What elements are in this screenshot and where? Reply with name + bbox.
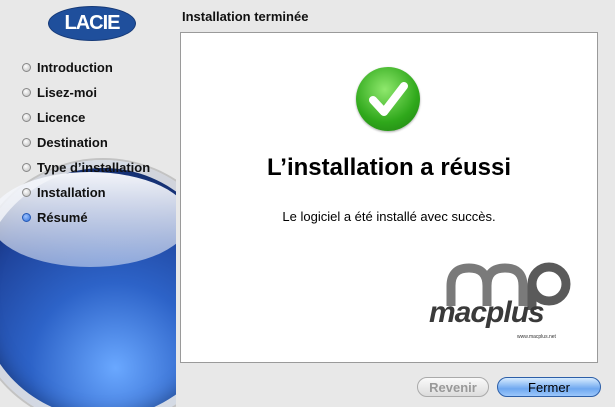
content-panel: L’installation a réussi Le logiciel a ét… bbox=[180, 32, 598, 363]
step-destination: Destination bbox=[22, 130, 150, 155]
step-label: Installation bbox=[37, 185, 106, 200]
step-resume: Résumé bbox=[22, 205, 150, 230]
step-bullet-active-icon bbox=[22, 213, 31, 222]
step-label: Type d’installation bbox=[37, 160, 151, 175]
checkmark-circle-icon bbox=[356, 67, 420, 131]
macplus-url: www.macplus.net bbox=[517, 334, 556, 340]
success-message: Le logiciel a été installé avec succès. bbox=[282, 209, 496, 224]
page-title: Installation terminée bbox=[182, 9, 309, 24]
step-label: Résumé bbox=[37, 210, 88, 225]
step-label: Licence bbox=[37, 110, 86, 125]
lacie-logo: LACIE bbox=[48, 6, 136, 41]
step-label: Destination bbox=[37, 135, 108, 150]
back-button[interactable]: Revenir bbox=[417, 377, 489, 397]
sidebar: LACIE Introduction Lisez-moi Licence Des… bbox=[0, 0, 176, 407]
installer-steps: Introduction Lisez-moi Licence Destinati… bbox=[22, 55, 150, 230]
step-installation: Installation bbox=[22, 180, 150, 205]
step-bullet-icon bbox=[22, 63, 31, 72]
step-bullet-icon bbox=[22, 113, 31, 122]
close-button[interactable]: Fermer bbox=[497, 377, 601, 397]
macplus-brand: macplus bbox=[429, 296, 545, 329]
step-bullet-icon bbox=[22, 138, 31, 147]
step-bullet-icon bbox=[22, 188, 31, 197]
success-heading: L’installation a réussi bbox=[266, 154, 512, 181]
step-bullet-icon bbox=[22, 88, 31, 97]
macplus-watermark: macplus www.macplus.net bbox=[421, 262, 591, 344]
step-label: Introduction bbox=[37, 60, 113, 75]
step-label: Lisez-moi bbox=[37, 85, 97, 100]
step-introduction: Introduction bbox=[22, 55, 150, 80]
step-lisez-moi: Lisez-moi bbox=[22, 80, 150, 105]
step-type-installation: Type d’installation bbox=[22, 155, 150, 180]
step-licence: Licence bbox=[22, 105, 150, 130]
step-bullet-icon bbox=[22, 163, 31, 172]
